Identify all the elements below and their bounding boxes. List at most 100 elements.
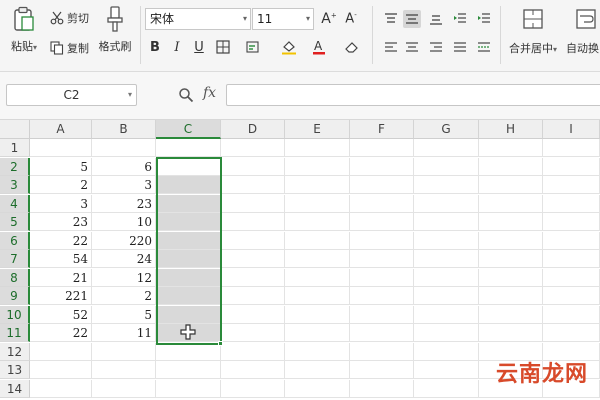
cell-f14[interactable] xyxy=(350,380,414,398)
cell-c7[interactable] xyxy=(156,250,221,268)
merge-center-button[interactable]: 合并居中▾ xyxy=(507,8,559,56)
cell-g14[interactable] xyxy=(414,380,479,398)
row-header-6[interactable]: 6 xyxy=(0,232,30,250)
cell-e4[interactable] xyxy=(285,195,350,213)
cell-a7[interactable]: 54 xyxy=(30,250,92,268)
cell-i1[interactable] xyxy=(543,139,600,157)
cell-a12[interactable] xyxy=(30,343,92,361)
cell-c6[interactable] xyxy=(156,232,221,250)
column-header-i[interactable]: I xyxy=(543,120,600,139)
cell-e5[interactable] xyxy=(285,213,350,231)
cell-e14[interactable] xyxy=(285,380,350,398)
clear-format-button[interactable] xyxy=(342,38,360,56)
cell-f1[interactable] xyxy=(350,139,414,157)
cell-b11[interactable]: 11 xyxy=(92,324,156,342)
cell-c12[interactable] xyxy=(156,343,221,361)
cell-h8[interactable] xyxy=(479,269,543,287)
cell-c10[interactable] xyxy=(156,306,221,324)
cell-f4[interactable] xyxy=(350,195,414,213)
row-header-3[interactable]: 3 xyxy=(0,176,30,194)
cell-b13[interactable] xyxy=(92,361,156,379)
cell-i6[interactable] xyxy=(543,232,600,250)
cell-h7[interactable] xyxy=(479,250,543,268)
cell-b12[interactable] xyxy=(92,343,156,361)
cell-f8[interactable] xyxy=(350,269,414,287)
cell-a11[interactable]: 22 xyxy=(30,324,92,342)
cell-e10[interactable] xyxy=(285,306,350,324)
column-header-e[interactable]: E xyxy=(285,120,350,139)
cell-h11[interactable] xyxy=(479,324,543,342)
cell-c14[interactable] xyxy=(156,380,221,398)
cell-f10[interactable] xyxy=(350,306,414,324)
cell-c8[interactable] xyxy=(156,269,221,287)
cell-a3[interactable]: 2 xyxy=(30,176,92,194)
cell-g7[interactable] xyxy=(414,250,479,268)
select-all-corner[interactable] xyxy=(0,120,30,139)
cell-d11[interactable] xyxy=(221,324,285,342)
cell-a14[interactable] xyxy=(30,380,92,398)
cell-b14[interactable] xyxy=(92,380,156,398)
cell-e12[interactable] xyxy=(285,343,350,361)
formula-input[interactable] xyxy=(226,84,600,106)
row-header-2[interactable]: 2 xyxy=(0,158,30,176)
cell-i10[interactable] xyxy=(543,306,600,324)
cell-d1[interactable] xyxy=(221,139,285,157)
cell-h3[interactable] xyxy=(479,176,543,194)
name-box[interactable]: C2 ▾ xyxy=(6,84,137,106)
cell-e11[interactable] xyxy=(285,324,350,342)
cell-c1[interactable] xyxy=(156,139,221,157)
align-top-button[interactable] xyxy=(382,10,400,28)
increase-font-button[interactable]: A+ xyxy=(320,10,338,28)
cell-b4[interactable]: 23 xyxy=(92,195,156,213)
align-left-button[interactable] xyxy=(382,38,400,56)
cell-d7[interactable] xyxy=(221,250,285,268)
column-header-f[interactable]: F xyxy=(350,120,414,139)
decrease-indent-button[interactable] xyxy=(451,10,469,28)
cell-a4[interactable]: 3 xyxy=(30,195,92,213)
cell-b10[interactable]: 5 xyxy=(92,306,156,324)
cell-h2[interactable] xyxy=(479,158,543,176)
cell-e13[interactable] xyxy=(285,361,350,379)
cell-h6[interactable] xyxy=(479,232,543,250)
cell-b6[interactable]: 220 xyxy=(92,232,156,250)
cell-g4[interactable] xyxy=(414,195,479,213)
cell-b7[interactable]: 24 xyxy=(92,250,156,268)
cell-h10[interactable] xyxy=(479,306,543,324)
column-header-g[interactable]: G xyxy=(414,120,479,139)
cell-c13[interactable] xyxy=(156,361,221,379)
cell-a1[interactable] xyxy=(30,139,92,157)
row-header-1[interactable]: 1 xyxy=(0,139,30,157)
copy-button[interactable]: 复制 xyxy=(50,40,89,56)
cell-g3[interactable] xyxy=(414,176,479,194)
cell-b3[interactable]: 3 xyxy=(92,176,156,194)
cell-b9[interactable]: 2 xyxy=(92,287,156,305)
cell-f9[interactable] xyxy=(350,287,414,305)
cell-c5[interactable] xyxy=(156,213,221,231)
bold-button[interactable]: B xyxy=(146,38,164,56)
cell-a9[interactable]: 221 xyxy=(30,287,92,305)
distributed-align-button[interactable] xyxy=(475,38,493,56)
row-header-9[interactable]: 9 xyxy=(0,287,30,305)
cell-g9[interactable] xyxy=(414,287,479,305)
cell-c2[interactable] xyxy=(156,158,221,176)
column-header-a[interactable]: A xyxy=(30,120,92,139)
cell-g11[interactable] xyxy=(414,324,479,342)
cell-b5[interactable]: 10 xyxy=(92,213,156,231)
cell-f12[interactable] xyxy=(350,343,414,361)
cell-e7[interactable] xyxy=(285,250,350,268)
cut-button[interactable]: 剪切 xyxy=(50,10,89,26)
magnifier-icon[interactable] xyxy=(178,87,194,103)
align-right-button[interactable] xyxy=(427,38,445,56)
format-painter-button[interactable]: 格式刷 xyxy=(95,6,135,54)
row-header-10[interactable]: 10 xyxy=(0,306,30,324)
cell-e1[interactable] xyxy=(285,139,350,157)
cell-a2[interactable]: 5 xyxy=(30,158,92,176)
align-middle-button[interactable] xyxy=(403,10,421,28)
cell-c4[interactable] xyxy=(156,195,221,213)
cell-a6[interactable]: 22 xyxy=(30,232,92,250)
borders-button[interactable] xyxy=(214,38,232,56)
cell-f13[interactable] xyxy=(350,361,414,379)
cell-g5[interactable] xyxy=(414,213,479,231)
cell-g2[interactable] xyxy=(414,158,479,176)
cell-e2[interactable] xyxy=(285,158,350,176)
